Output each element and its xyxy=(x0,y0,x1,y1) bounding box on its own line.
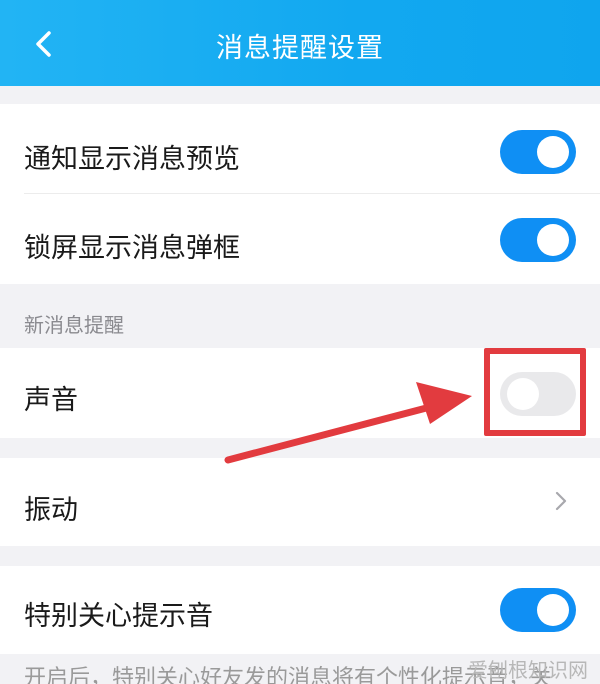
notification-preview-toggle[interactable] xyxy=(500,130,576,174)
vibration-row[interactable]: 振动 xyxy=(0,458,600,546)
special-care-row: 特别关心提示音 xyxy=(0,566,600,654)
toggle-knob xyxy=(537,136,569,168)
lockscreen-popup-label: 锁屏显示消息弹框 xyxy=(24,233,240,264)
divider xyxy=(24,193,600,194)
lockscreen-popup-toggle[interactable] xyxy=(500,218,576,262)
arrow-annotation-icon xyxy=(224,382,472,464)
chevron-right-icon xyxy=(555,491,567,511)
sound-label: 声音 xyxy=(24,385,78,416)
toggle-knob xyxy=(537,224,569,256)
watermark: 爱刨根知识网 xyxy=(468,658,588,682)
settings-group-display: 通知显示消息预览 锁屏显示消息弹框 xyxy=(0,104,600,284)
vibration-label: 振动 xyxy=(24,495,78,526)
toggle-knob xyxy=(537,594,569,626)
app-header: 消息提醒设置 xyxy=(0,0,600,86)
special-care-toggle[interactable] xyxy=(500,588,576,632)
section-header-new-message: 新消息提醒 xyxy=(24,313,124,337)
page-title: 消息提醒设置 xyxy=(216,33,384,64)
highlight-box xyxy=(484,348,586,436)
notification-preview-label: 通知显示消息预览 xyxy=(24,144,240,175)
special-care-label: 特别关心提示音 xyxy=(24,601,213,632)
